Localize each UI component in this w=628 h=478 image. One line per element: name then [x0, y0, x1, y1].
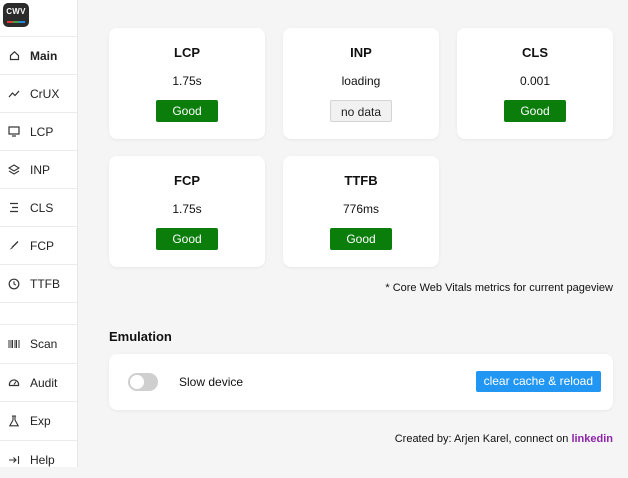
footer: Created by: Arjen Karel, connect on link… [395, 433, 613, 445]
metric-card-fcp: FCP 1.75s Good [109, 156, 265, 267]
linkedin-link[interactable]: linkedin [571, 433, 613, 445]
status-badge: no data [330, 100, 392, 122]
sidebar-item-exp[interactable]: Exp [0, 401, 77, 439]
metric-name: LCP [174, 45, 200, 60]
emulation-panel: Slow device clear cache & reload [109, 354, 613, 410]
sidebar-item-label: CrUX [30, 86, 60, 101]
metric-name: FCP [174, 173, 200, 188]
sidebar-item-label: Exp [30, 413, 51, 428]
metric-card-lcp: LCP 1.75s Good [109, 28, 265, 139]
sidebar: CWV Main CrUX LCP INP CLS FCP TTFB Scan … [0, 0, 78, 467]
status-badge: Good [156, 100, 218, 122]
sidebar-item-scan[interactable]: Scan [0, 324, 77, 362]
home-icon [8, 50, 20, 62]
sidebar-item-ttfb[interactable]: TTFB [0, 264, 77, 303]
sidebar-item-fcp[interactable]: FCP [0, 226, 77, 264]
toggle-knob [130, 375, 144, 389]
align-icon [8, 202, 20, 214]
metric-value: loading [341, 74, 381, 88]
clear-cache-reload-button[interactable]: clear cache & reload [475, 371, 601, 392]
layers-icon [8, 164, 20, 176]
sidebar-item-help[interactable]: Help [0, 440, 77, 478]
metrics-footnote: * Core Web Vitals metrics for current pa… [385, 282, 613, 294]
status-badge: Good [156, 228, 218, 250]
emulation-title: Emulation [109, 329, 172, 344]
metric-name: CLS [522, 45, 548, 60]
sidebar-item-lcp[interactable]: LCP [0, 112, 77, 150]
metric-name: INP [350, 45, 372, 60]
metric-value: 776ms [342, 202, 380, 216]
sidebar-item-crux[interactable]: CrUX [0, 74, 77, 112]
sidebar-item-main[interactable]: Main [0, 36, 77, 74]
gauge-icon [8, 377, 20, 389]
trend-icon [8, 88, 20, 100]
sign-in-icon [8, 454, 20, 466]
metric-value: 0.001 [519, 74, 551, 88]
sidebar-item-label: Main [30, 48, 58, 63]
sidebar-item-label: Audit [30, 375, 58, 390]
barcode-icon [8, 338, 20, 350]
flask-icon [8, 414, 20, 427]
metric-value: 1.75s [172, 74, 202, 88]
metric-value: 1.75s [172, 202, 202, 216]
app-logo-text: CWV [6, 7, 26, 16]
sidebar-item-label: LCP [30, 124, 54, 139]
sidebar-item-audit[interactable]: Audit [0, 363, 77, 401]
metric-name: TTFB [344, 173, 378, 188]
slow-device-toggle[interactable] [128, 373, 158, 391]
status-badge: Good [504, 100, 566, 122]
clock-icon [8, 278, 20, 290]
slow-device-label: Slow device [179, 375, 244, 389]
sidebar-item-label: INP [30, 162, 51, 177]
sidebar-item-label: Scan [30, 336, 58, 351]
monitor-icon [8, 126, 20, 138]
status-badge: Good [330, 228, 392, 250]
sidebar-item-label: Help [30, 452, 55, 467]
brush-icon [8, 240, 20, 252]
sidebar-item-label: FCP [30, 238, 54, 253]
sidebar-item-cls[interactable]: CLS [0, 188, 77, 226]
footer-text: Created by: Arjen Karel, connect on [394, 433, 572, 445]
sidebar-item-inp[interactable]: INP [0, 150, 77, 188]
sidebar-item-label: CLS [30, 200, 54, 215]
metric-card-ttfb: TTFB 776ms Good [283, 156, 439, 267]
sidebar-item-label: TTFB [30, 276, 60, 291]
metric-card-cls: CLS 0.001 Good [457, 28, 613, 139]
app-logo: CWV [3, 3, 29, 27]
metric-card-inp: INP loading no data [283, 28, 439, 139]
